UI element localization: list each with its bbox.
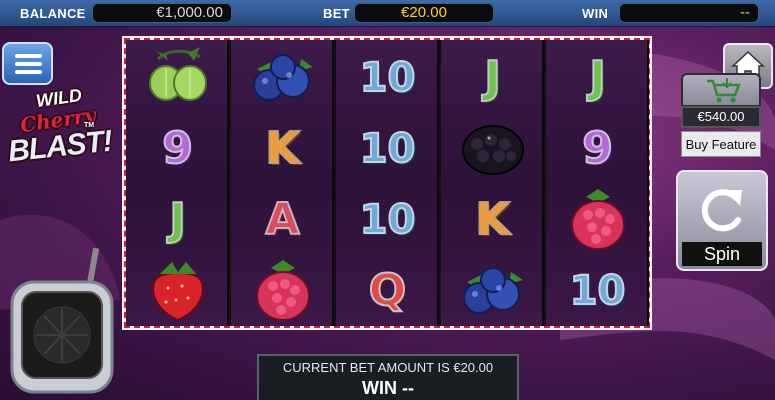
reel-1: 9J xyxy=(126,40,229,326)
balance-label: BALANCE xyxy=(20,6,86,21)
reel-symbol: J xyxy=(126,184,229,255)
raspberry-icon xyxy=(570,188,625,250)
reel-4: JK xyxy=(441,40,544,326)
win-text: WIN -- xyxy=(362,378,414,398)
reel-symbol xyxy=(441,113,544,184)
game-logo: WILD Cherry BLAST! TM xyxy=(6,85,114,172)
balance-display: €1,000.00 xyxy=(92,3,232,23)
bet-info-panel: CURRENT BET AMOUNT IS €20.00 WIN -- xyxy=(257,354,519,400)
reel-symbol xyxy=(126,42,229,113)
strawberry-icon xyxy=(151,261,204,321)
current-bet-text: CURRENT BET AMOUNT IS €20.00 xyxy=(282,360,494,375)
reel-symbol xyxy=(546,184,649,255)
reel-5: J 9 10 xyxy=(546,40,649,326)
symbol-k: K xyxy=(474,193,510,245)
bet-display[interactable]: €20.00 xyxy=(354,3,494,23)
symbol-j: J xyxy=(588,51,606,103)
buy-feature-price: €540.00 xyxy=(681,106,761,128)
reel-symbol: Q xyxy=(336,255,439,326)
reel-3: 10 10 10 Q xyxy=(336,40,439,326)
reel-symbol xyxy=(231,255,334,326)
buy-feature-button[interactable]: €540.00 Buy Feature xyxy=(681,73,761,157)
gooseberry-icon xyxy=(148,46,207,101)
blueberry-icon xyxy=(462,266,523,314)
reel-symbol: J xyxy=(546,42,649,113)
logo-tm: TM xyxy=(84,122,95,129)
reel-symbol xyxy=(231,42,334,113)
symbol-k: K xyxy=(264,122,300,174)
buy-feature-icon-panel xyxy=(681,73,761,107)
spin-label: Spin xyxy=(682,242,762,266)
reel-grid: 9 J K A 10 10 10 Q J K J 9 10 xyxy=(122,36,652,330)
reel-symbol: A xyxy=(231,184,334,255)
reel-symbol: J xyxy=(441,42,544,113)
spin-arrow-icon xyxy=(701,189,742,232)
menu-button[interactable] xyxy=(2,42,53,85)
reel-symbol: 9 xyxy=(546,113,649,184)
reel-symbol: 10 xyxy=(336,113,439,184)
reel-symbol: K xyxy=(231,113,334,184)
symbol-a: A xyxy=(264,193,300,245)
reel-symbol: 9 xyxy=(126,113,229,184)
top-bar: BALANCE €1,000.00 BET €20.00 WIN -- xyxy=(0,0,775,27)
symbol-10: 10 xyxy=(359,196,417,243)
symbol-q: Q xyxy=(368,264,407,316)
buy-feature-label: Buy Feature xyxy=(681,131,761,157)
reel-symbol xyxy=(126,255,229,326)
raspberry-icon xyxy=(255,259,310,321)
spin-button[interactable]: Spin xyxy=(676,170,768,271)
blackberry-icon xyxy=(461,124,524,175)
cart-icon xyxy=(707,78,741,103)
reel-symbol: 10 xyxy=(336,184,439,255)
bet-label: BET xyxy=(323,6,350,21)
blaster-device-icon xyxy=(10,248,114,394)
win-label: WIN xyxy=(582,6,609,21)
reel-symbol xyxy=(441,255,544,326)
symbol-10: 10 xyxy=(359,125,417,172)
reel-2: KA xyxy=(231,40,334,326)
reel-symbol: K xyxy=(441,184,544,255)
symbol-9: 9 xyxy=(581,122,614,174)
blueberry-icon xyxy=(252,53,313,101)
reel-symbol: 10 xyxy=(546,255,649,326)
win-display: -- xyxy=(619,3,759,23)
reel-symbol: 10 xyxy=(336,42,439,113)
symbol-9: 9 xyxy=(161,122,194,174)
symbol-j: J xyxy=(483,51,501,103)
symbol-j: J xyxy=(168,193,186,245)
symbol-10: 10 xyxy=(569,267,627,314)
symbol-10: 10 xyxy=(359,54,417,101)
